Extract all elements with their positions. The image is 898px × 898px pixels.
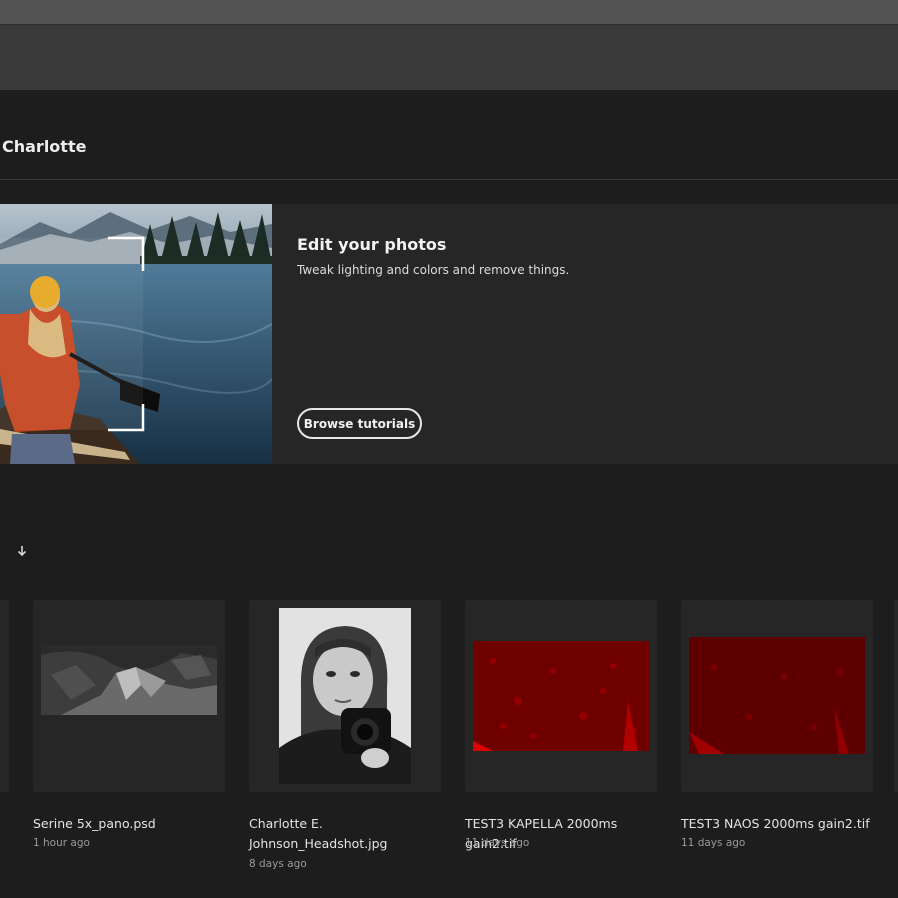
hero-title: Edit your photos — [297, 235, 447, 254]
file-card[interactable] — [465, 600, 657, 792]
file-thumbnail — [689, 637, 865, 754]
hero-image — [0, 204, 272, 464]
hero-banner: Edit your photos Tweak lighting and colo… — [0, 204, 898, 464]
file-modified-time: 11 days ago — [681, 837, 746, 849]
file-thumbnail — [473, 641, 649, 751]
hero-subtitle: Tweak lighting and colors and remove thi… — [297, 263, 570, 277]
arrow-down-icon[interactable] — [16, 543, 28, 559]
file-modified-time: 8 days ago — [249, 858, 307, 870]
file-name: Serine 5x_pano.psd — [33, 816, 156, 831]
toolbar — [0, 24, 898, 90]
file-name: Charlotte E. Johnson_Headshot.jpg — [249, 816, 388, 851]
file-thumbnail — [279, 608, 411, 784]
file-card[interactable] — [33, 600, 225, 792]
file-card[interactable] — [681, 600, 873, 792]
browse-tutorials-button[interactable]: Browse tutorials — [297, 408, 422, 439]
greeting-title: Charlotte — [2, 137, 87, 156]
file-thumbnail — [41, 645, 217, 715]
title-bar — [0, 0, 898, 24]
divider — [0, 179, 898, 180]
file-card-partial[interactable] — [0, 600, 9, 792]
file-modified-time: 11 days ago — [465, 837, 530, 849]
file-card[interactable] — [249, 600, 441, 792]
file-card-partial[interactable] — [894, 600, 898, 792]
file-name: TEST3 NAOS 2000ms gain2.tif — [681, 816, 870, 831]
file-modified-time: 1 hour ago — [33, 837, 90, 849]
